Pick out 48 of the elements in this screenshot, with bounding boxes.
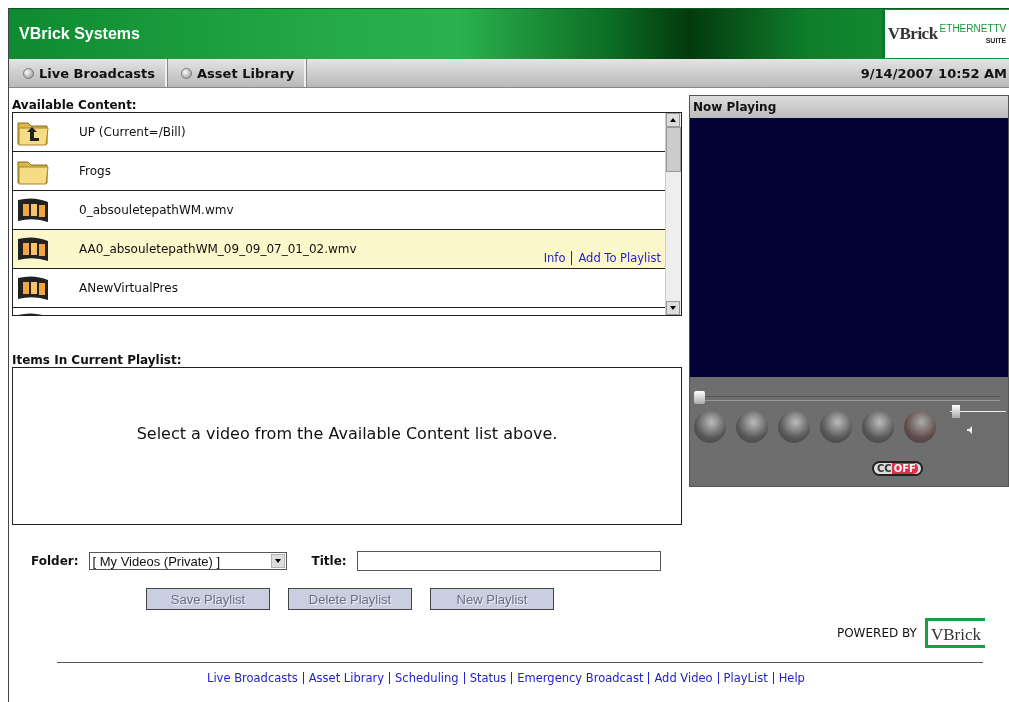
app-title: VBrick Systems [19,25,140,43]
footer-link[interactable]: Scheduling [389,672,459,684]
field-label: Folder: [31,554,79,568]
empty-playlist-message: Select a video from the Available Content list above. [136,423,558,443]
content-name: UP (Current=/Bill) [79,125,186,139]
captions-toggle[interactable]: CC OFF [872,461,923,476]
content-name: ANewVirtualPres [79,281,178,295]
footer-link[interactable]: PlayList [717,672,768,684]
scroll-down-icon[interactable] [666,301,680,315]
film-icon [16,195,50,225]
tab[interactable]: Live Broadcasts [13,59,168,87]
caret-icon[interactable] [270,554,285,568]
seek-thumb[interactable] [694,391,705,404]
player-control-button[interactable] [820,411,852,443]
film-icon [16,234,50,264]
powered-by-label: POWERED BY [836,626,917,640]
player-control-button[interactable] [904,411,936,443]
footer-link[interactable]: Help [772,672,805,684]
title-input[interactable] [356,551,661,571]
volume-slider[interactable] [950,405,1006,419]
footer-link[interactable]: Add Video [648,672,713,684]
folder-dropdown[interactable]: [ My Videos (Private) ] [88,552,287,570]
date-time: 9/14/2007 10:52 AM [860,65,1007,81]
content-row[interactable]: AA0_absouletepathWM_09_09_07_01_02.wmv Info Add To Playlist [13,230,665,269]
player-control-button[interactable] [862,411,894,443]
player-control-button[interactable] [778,411,810,443]
vbrick-logo: VBrick [924,618,985,648]
content-name: 0_absouletepathWM.wmv [79,203,234,217]
film-icon [16,273,50,303]
content-name: AA0_absouletepathWM_09_09_07_01_02.wmv [79,242,357,256]
content-name: Frogs [79,164,111,178]
footer-link[interactable]: Status [463,672,507,684]
scroll-up-icon[interactable] [666,113,680,127]
footer-link[interactable]: Asset Library [302,672,385,684]
footer-link[interactable]: Emergency Broadcast [511,672,644,684]
section-label: Items In Current Playlist: [12,353,183,367]
row-action-link[interactable]: Info [543,251,566,265]
scrollbar[interactable] [665,113,681,315]
scroll-thumb[interactable] [666,127,681,172]
tab[interactable]: Asset Library [171,59,307,87]
field-label: Title: [311,554,347,568]
row-action-link[interactable]: Add To Playlist [571,251,661,265]
player-control-button[interactable] [694,411,726,443]
section-label: Available Content: [12,98,138,112]
footer-link[interactable]: Live Broadcasts [207,672,298,684]
player-title: Now Playing [690,96,1008,118]
seek-slider[interactable] [694,391,1000,405]
player-control-button[interactable] [736,411,768,443]
